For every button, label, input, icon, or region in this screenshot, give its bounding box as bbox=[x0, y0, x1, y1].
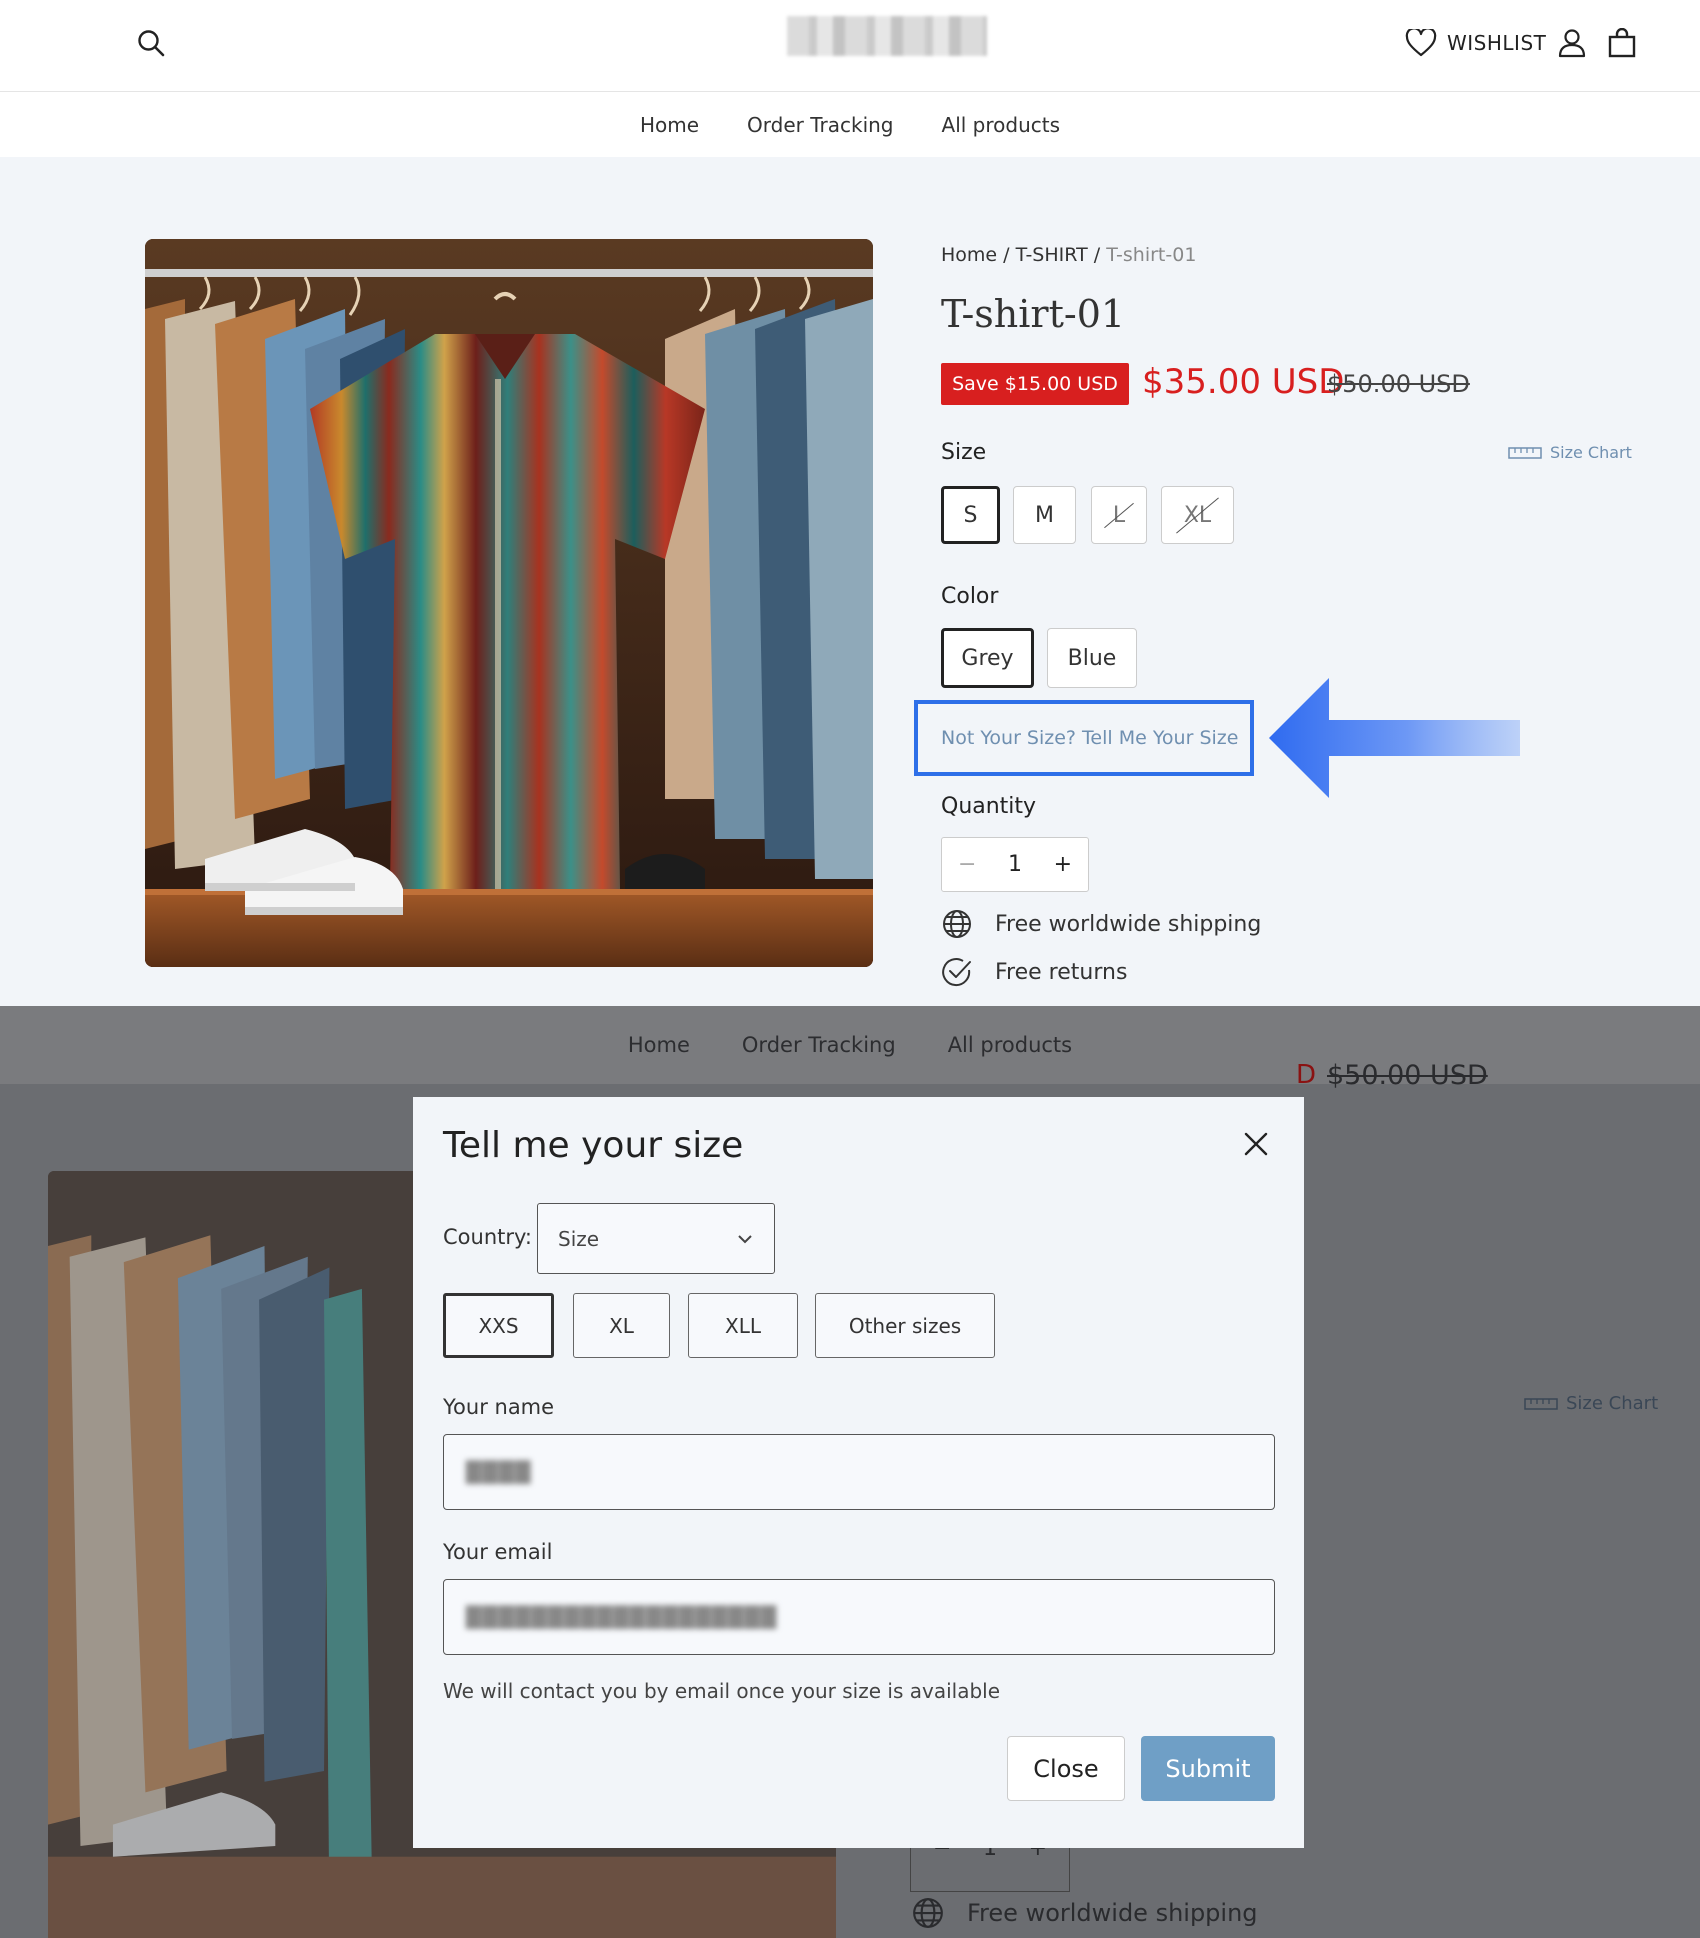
modal-size-option-other[interactable]: Other sizes bbox=[815, 1293, 995, 1358]
modal-size-label: XL bbox=[609, 1313, 634, 1338]
breadcrumb-separator: / bbox=[997, 244, 1016, 266]
product-page-screenshot: WISHLIST Home Order Tracking All product… bbox=[0, 0, 1700, 1006]
ruler-icon bbox=[1508, 446, 1542, 459]
size-option-xl-unavailable[interactable]: XL bbox=[1161, 486, 1234, 544]
size-option-m[interactable]: M bbox=[1013, 486, 1076, 544]
quantity-stepper: − 1 + bbox=[941, 837, 1089, 892]
close-icon[interactable] bbox=[1239, 1127, 1273, 1161]
submit-button[interactable]: Submit bbox=[1141, 1736, 1275, 1801]
site-header: WISHLIST bbox=[0, 0, 1700, 92]
bag-icon[interactable] bbox=[1605, 25, 1639, 61]
perk-shipping: Free worldwide shipping bbox=[941, 908, 1261, 940]
quantity-increase-button[interactable]: + bbox=[1054, 852, 1072, 877]
quantity-decrease-button[interactable]: − bbox=[958, 852, 976, 877]
size-chart-label: Size Chart bbox=[1550, 443, 1632, 462]
color-option-grey[interactable]: Grey bbox=[941, 628, 1034, 688]
dimmed-size-chart-label: Size Chart bbox=[1566, 1393, 1659, 1414]
wishlist-label: WISHLIST bbox=[1447, 31, 1547, 55]
perk-returns: Free returns bbox=[941, 956, 1127, 988]
modal-size-label: XXS bbox=[478, 1313, 519, 1338]
globe-icon bbox=[943, 910, 971, 938]
modal-size-label: XLL bbox=[725, 1313, 761, 1338]
nav-all-products[interactable]: All products bbox=[942, 113, 1061, 137]
check-circle-icon bbox=[942, 958, 971, 987]
modal-size-option-xl[interactable]: XL bbox=[573, 1293, 670, 1358]
not-your-size-label: Not Your Size? Tell Me Your Size bbox=[941, 727, 1239, 749]
size-option-label: S bbox=[963, 502, 978, 528]
size-request-modal: Tell me your size Country: Size XXS XL X… bbox=[413, 1097, 1304, 1848]
store-logo[interactable] bbox=[787, 16, 987, 56]
size-option-l-unavailable[interactable]: L bbox=[1091, 486, 1147, 544]
search-icon[interactable] bbox=[134, 26, 168, 60]
globe-icon bbox=[913, 1898, 943, 1928]
breadcrumb-current: T-shirt-01 bbox=[1106, 244, 1197, 266]
product-image[interactable] bbox=[145, 239, 873, 967]
modal-size-label: Other sizes bbox=[848, 1313, 962, 1338]
email-input[interactable]: ███████████████████ bbox=[443, 1579, 1275, 1655]
size-option-label: M bbox=[1035, 502, 1054, 528]
sale-price: $35.00 USD bbox=[1142, 362, 1345, 402]
name-input[interactable]: ████ bbox=[443, 1434, 1275, 1510]
nav-order-tracking[interactable]: Order Tracking bbox=[747, 113, 893, 137]
perk-label: Free worldwide shipping bbox=[995, 911, 1262, 937]
ruler-icon bbox=[1524, 1397, 1558, 1410]
dimmed-size-chart: Size Chart bbox=[1524, 1393, 1658, 1414]
chevron-down-icon bbox=[738, 1234, 752, 1243]
compare-price: $50.00 USD bbox=[1327, 370, 1470, 398]
user-icon[interactable] bbox=[1556, 26, 1588, 60]
size-label: Size bbox=[941, 440, 987, 465]
heart-icon bbox=[1405, 29, 1437, 57]
size-request-modal-screenshot: Home Order Tracking All products D $50.0… bbox=[0, 1006, 1700, 1938]
name-label: Your name bbox=[443, 1395, 555, 1419]
save-badge: Save $15.00 USD bbox=[941, 363, 1129, 405]
breadcrumb-category[interactable]: T-SHIRT bbox=[1016, 244, 1088, 266]
breadcrumb-separator: / bbox=[1087, 244, 1107, 266]
dimmed-sale-price-fragment: D bbox=[1296, 1060, 1317, 1090]
modal-note: We will contact you by email once your s… bbox=[443, 1679, 1001, 1703]
nav-home: Home bbox=[627, 1033, 690, 1057]
quantity-value[interactable]: 1 bbox=[1008, 852, 1022, 877]
country-select[interactable]: Size bbox=[537, 1203, 775, 1274]
color-option-blue[interactable]: Blue bbox=[1047, 628, 1137, 688]
name-value: ████ bbox=[466, 1460, 532, 1484]
email-value: ███████████████████ bbox=[466, 1605, 778, 1629]
email-label: Your email bbox=[443, 1540, 553, 1564]
color-option-label: Grey bbox=[961, 645, 1014, 671]
arrow-left-icon bbox=[1269, 678, 1520, 798]
product-title: T-shirt-01 bbox=[941, 292, 1126, 336]
nav-order-tracking: Order Tracking bbox=[741, 1033, 896, 1057]
country-select-value: Size bbox=[558, 1226, 600, 1251]
main-nav: Home Order Tracking All products bbox=[0, 93, 1700, 157]
breadcrumb: Home / T-SHIRT / T-shirt-01 bbox=[941, 244, 1196, 266]
country-label: Country: bbox=[443, 1225, 532, 1249]
color-option-label: Blue bbox=[1067, 645, 1117, 671]
modal-title: Tell me your size bbox=[443, 1125, 744, 1166]
wishlist-link[interactable]: WISHLIST bbox=[1405, 26, 1546, 60]
quantity-label: Quantity bbox=[941, 794, 1037, 819]
nav-home[interactable]: Home bbox=[640, 113, 699, 137]
close-button[interactable]: Close bbox=[1007, 1736, 1125, 1801]
dimmed-perk-label: Free worldwide shipping bbox=[967, 1899, 1258, 1927]
modal-size-option-xxs[interactable]: XXS bbox=[443, 1293, 554, 1358]
size-option-s[interactable]: S bbox=[941, 486, 1000, 544]
color-label: Color bbox=[941, 584, 999, 609]
breadcrumb-home[interactable]: Home bbox=[941, 244, 997, 266]
size-chart-link[interactable]: Size Chart bbox=[1508, 443, 1632, 462]
dimmed-perk-shipping: Free worldwide shipping bbox=[911, 1896, 1258, 1930]
dimmed-compare-price: $50.00 USD bbox=[1327, 1060, 1488, 1091]
dimmed-quantity-stepper: − 1 + bbox=[910, 1838, 1070, 1892]
nav-all-products: All products bbox=[947, 1033, 1073, 1057]
not-your-size-link[interactable]: Not Your Size? Tell Me Your Size bbox=[914, 700, 1254, 776]
perk-label: Free returns bbox=[995, 959, 1128, 985]
modal-size-option-xll[interactable]: XLL bbox=[688, 1293, 798, 1358]
